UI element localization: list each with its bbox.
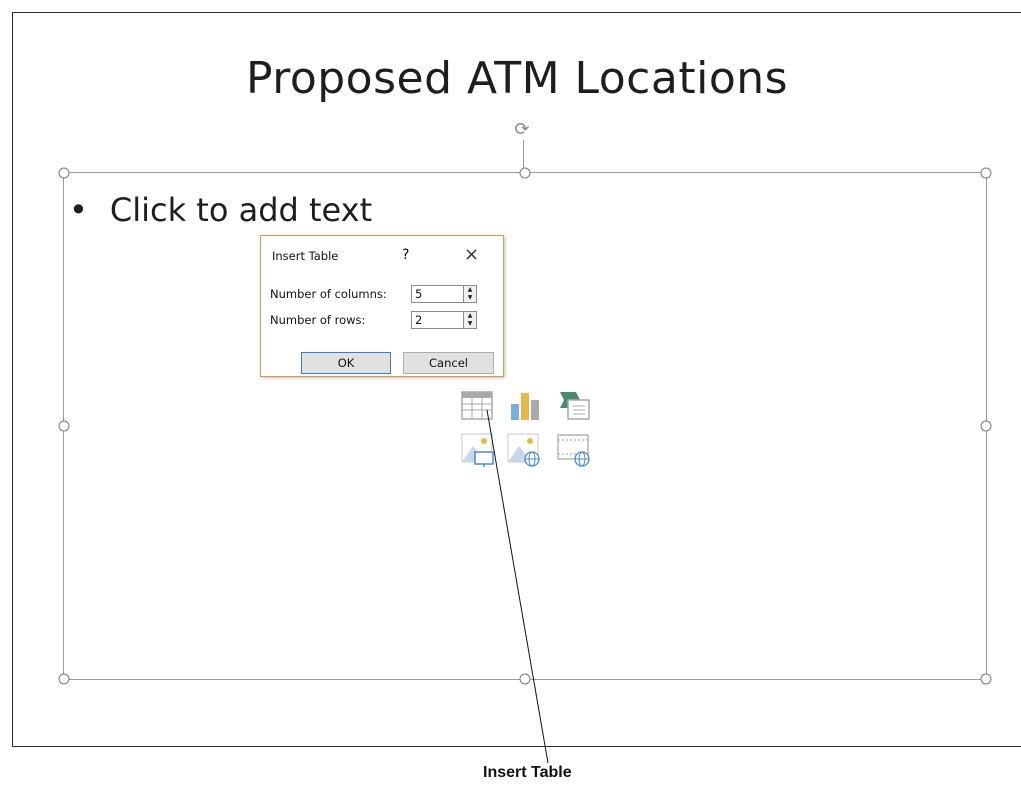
callout-leader-line: [486, 409, 549, 764]
callout-label: Insert Table: [483, 764, 572, 781]
